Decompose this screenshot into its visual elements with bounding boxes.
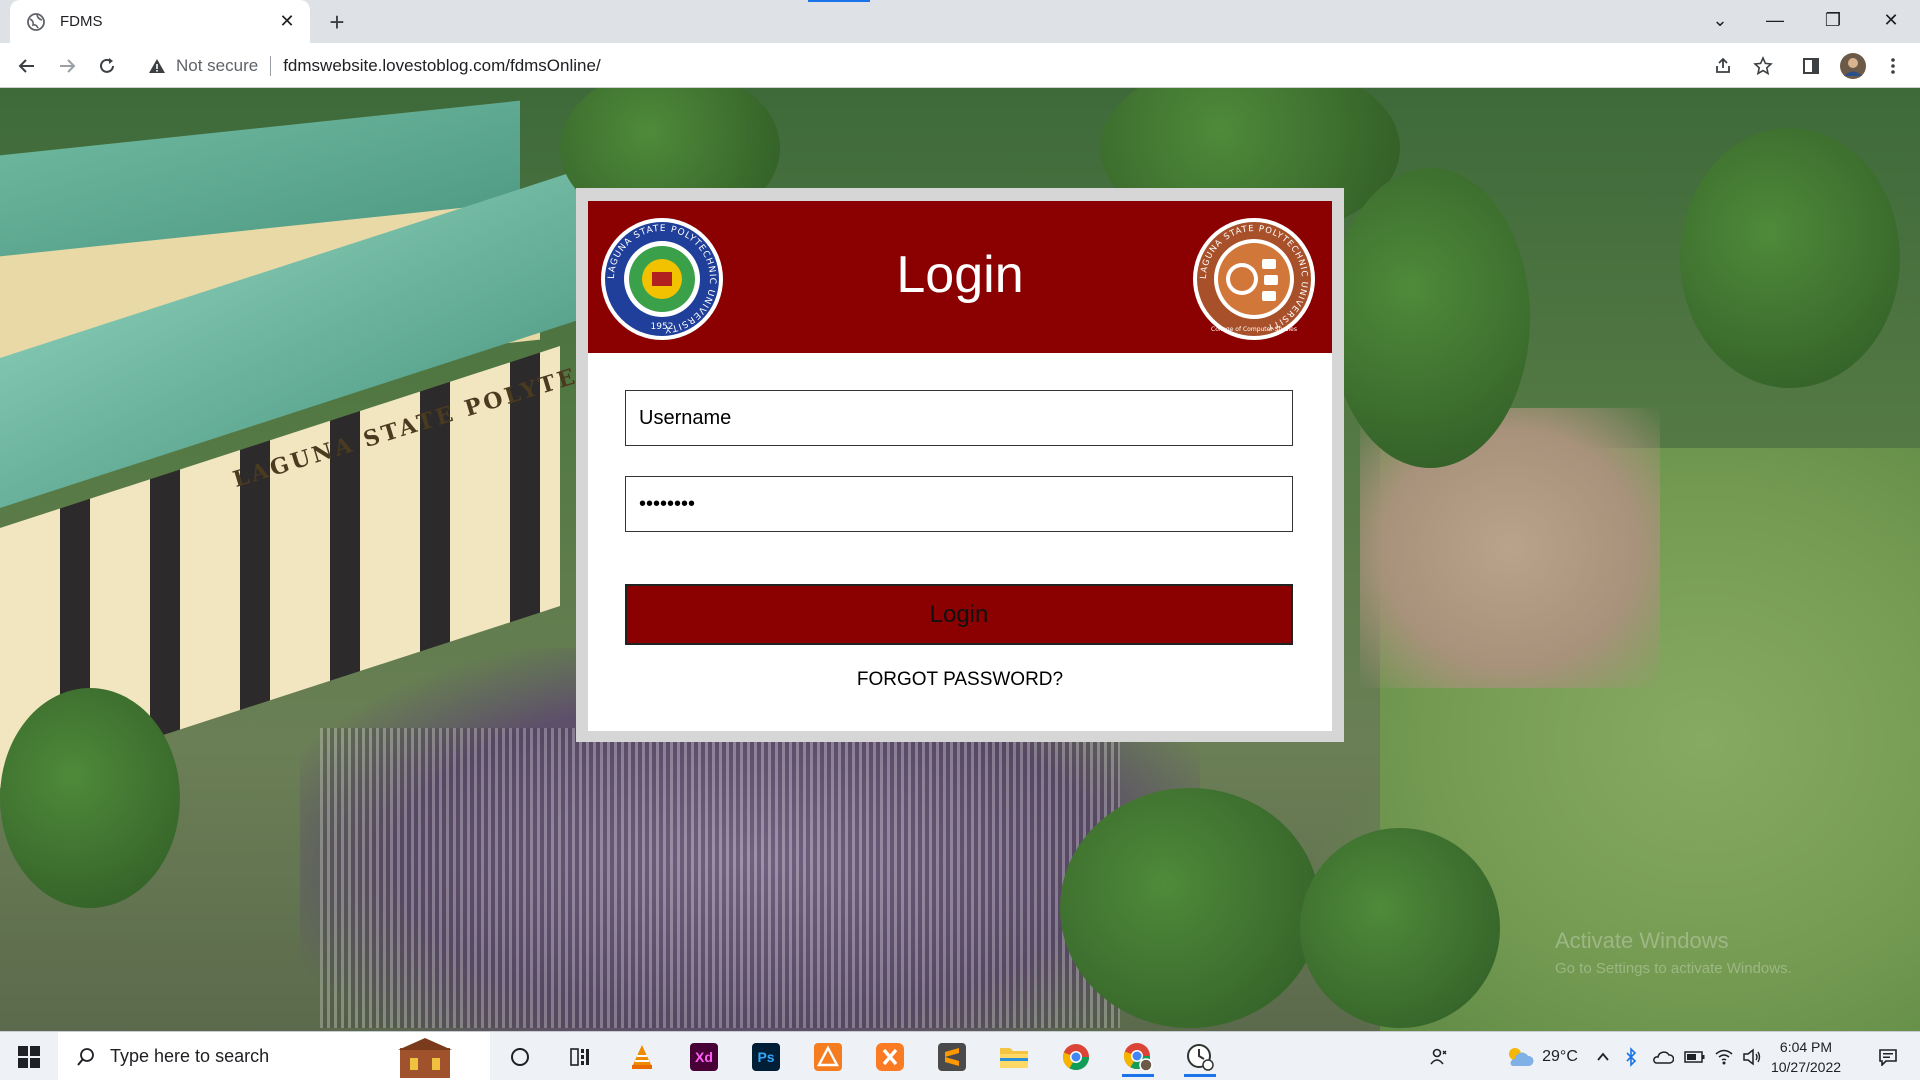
weather-widget[interactable]: 29°C bbox=[1496, 1032, 1586, 1080]
folder-icon bbox=[1000, 1047, 1028, 1068]
start-button[interactable] bbox=[0, 1032, 58, 1080]
new-tab-button[interactable]: + bbox=[322, 7, 352, 37]
notification-icon[interactable] bbox=[1866, 1032, 1910, 1080]
browser-tab[interactable]: FDMS ✕ bbox=[10, 0, 310, 43]
crowd bbox=[320, 728, 1120, 1028]
forgot-password-link[interactable]: FORGOT PASSWORD? bbox=[588, 669, 1332, 691]
windows-taskbar: Type here to search Xd Ps 29°C 6:04 PM 1… bbox=[0, 1031, 1920, 1080]
task-view-button[interactable] bbox=[496, 1036, 544, 1077]
reload-icon bbox=[100, 58, 114, 73]
activate-windows-title: Activate Windows bbox=[1555, 928, 1729, 953]
taskbar-app-orange[interactable] bbox=[804, 1036, 852, 1077]
taskbar-app-adobe-xd[interactable]: Xd bbox=[680, 1036, 728, 1077]
taskbar-app-sublime[interactable] bbox=[928, 1036, 976, 1077]
close-window-button[interactable]: ✕ bbox=[1861, 0, 1920, 40]
close-tab-icon[interactable]: ✕ bbox=[276, 11, 298, 33]
omnibox-separator bbox=[270, 56, 272, 76]
clock-app-icon bbox=[1187, 1043, 1214, 1071]
tab-search-icon[interactable]: ⌄ bbox=[1690, 0, 1750, 40]
tray-overflow-icon[interactable] bbox=[1592, 1032, 1614, 1080]
taskbar-app-photoshop[interactable]: Ps bbox=[742, 1036, 790, 1077]
username-input[interactable] bbox=[625, 390, 1293, 446]
minimize-button[interactable]: — bbox=[1745, 0, 1805, 40]
tab-indicator bbox=[808, 0, 870, 2]
chrome-profile-icon bbox=[1123, 1042, 1153, 1072]
task-view-icon bbox=[570, 1047, 589, 1066]
profile-avatar[interactable] bbox=[1836, 49, 1870, 83]
circle-icon bbox=[511, 1047, 529, 1066]
clock-date: 10/27/2022 bbox=[1770, 1059, 1842, 1075]
onedrive-icon[interactable] bbox=[1650, 1032, 1676, 1080]
tree bbox=[1060, 788, 1320, 1028]
login-card: LAGUNA STATE POLYTECHNIC UNIVERSITY 1952… bbox=[588, 201, 1332, 731]
security-label[interactable]: Not secure bbox=[176, 56, 258, 76]
adobe-xd-icon: Xd bbox=[690, 1042, 718, 1071]
tree bbox=[0, 688, 180, 908]
taskbar-app-file-explorer[interactable] bbox=[990, 1036, 1038, 1077]
taskbar-app-xampp[interactable] bbox=[866, 1036, 914, 1077]
tree bbox=[1680, 128, 1900, 388]
vlc-icon bbox=[632, 1044, 652, 1069]
side-panel-icon[interactable] bbox=[1794, 49, 1828, 83]
address-bar[interactable]: Not secure fdmswebsite.lovestoblog.com/f… bbox=[140, 48, 1730, 84]
url-text[interactable]: fdmswebsite.lovestoblog.com/fdmsOnline/ bbox=[283, 56, 600, 76]
tab-title: FDMS bbox=[60, 13, 103, 30]
weather-temperature: 29°C bbox=[1542, 1047, 1578, 1065]
forward-button[interactable] bbox=[50, 49, 84, 83]
browser-toolbar: Not secure fdmswebsite.lovestoblog.com/f… bbox=[0, 43, 1920, 88]
taskbar-search-box[interactable]: Type here to search bbox=[58, 1032, 490, 1080]
bookmark-star-icon[interactable] bbox=[1746, 49, 1780, 83]
triangle-app-icon bbox=[814, 1042, 842, 1071]
taskbar-app-chrome[interactable] bbox=[1052, 1036, 1100, 1077]
tab-strip: FDMS ✕ + ⌄ — ❐ ✕ bbox=[0, 0, 1920, 43]
people-icon[interactable] bbox=[1424, 1032, 1454, 1080]
taskbar-app-clock[interactable] bbox=[1176, 1036, 1224, 1077]
taskbar-app-vlc[interactable] bbox=[618, 1036, 666, 1077]
college-seal-logo: LAGUNA STATE POLYTECHNIC UNIVERSITY Coll… bbox=[1193, 218, 1315, 340]
back-button[interactable] bbox=[10, 49, 44, 83]
search-placeholder: Type here to search bbox=[110, 1046, 270, 1066]
login-button[interactable]: Login bbox=[625, 584, 1293, 645]
globe-icon bbox=[27, 12, 45, 31]
arrow-right-icon bbox=[60, 59, 76, 73]
arrow-left-icon bbox=[18, 59, 34, 73]
taskbar-clock[interactable]: 6:04 PM 10/27/2022 bbox=[1758, 1037, 1854, 1077]
reload-button[interactable] bbox=[90, 49, 124, 83]
warning-icon[interactable] bbox=[148, 57, 166, 75]
tree bbox=[1330, 168, 1530, 468]
chrome-icon bbox=[1062, 1043, 1090, 1070]
photoshop-icon: Ps bbox=[752, 1042, 780, 1071]
share-icon[interactable] bbox=[1706, 49, 1740, 83]
search-highlight-art bbox=[398, 1038, 452, 1078]
xampp-icon bbox=[876, 1042, 904, 1071]
tree bbox=[1300, 828, 1500, 1028]
login-header: LAGUNA STATE POLYTECHNIC UNIVERSITY 1952… bbox=[588, 201, 1332, 353]
sublime-text-icon bbox=[938, 1042, 966, 1071]
seal-left-year: 1952 bbox=[651, 322, 674, 332]
password-input[interactable] bbox=[625, 476, 1293, 532]
seal-right-subtitle: College of Computer Studies bbox=[1211, 326, 1297, 333]
wifi-icon[interactable] bbox=[1712, 1032, 1736, 1080]
search-icon bbox=[77, 1047, 94, 1066]
clock-time: 6:04 PM bbox=[1779, 1039, 1833, 1055]
partly-cloudy-icon bbox=[1509, 1047, 1534, 1066]
taskbar-app-taskview[interactable] bbox=[556, 1036, 604, 1077]
windows-logo-icon bbox=[18, 1045, 40, 1068]
battery-icon[interactable] bbox=[1682, 1032, 1708, 1080]
menu-dots-icon[interactable] bbox=[1876, 49, 1910, 83]
bluetooth-icon[interactable] bbox=[1620, 1032, 1642, 1080]
restore-button[interactable]: ❐ bbox=[1803, 0, 1863, 40]
activate-windows-subtitle: Go to Settings to activate Windows. bbox=[1555, 960, 1792, 977]
taskbar-app-chrome-profile[interactable] bbox=[1114, 1036, 1162, 1077]
